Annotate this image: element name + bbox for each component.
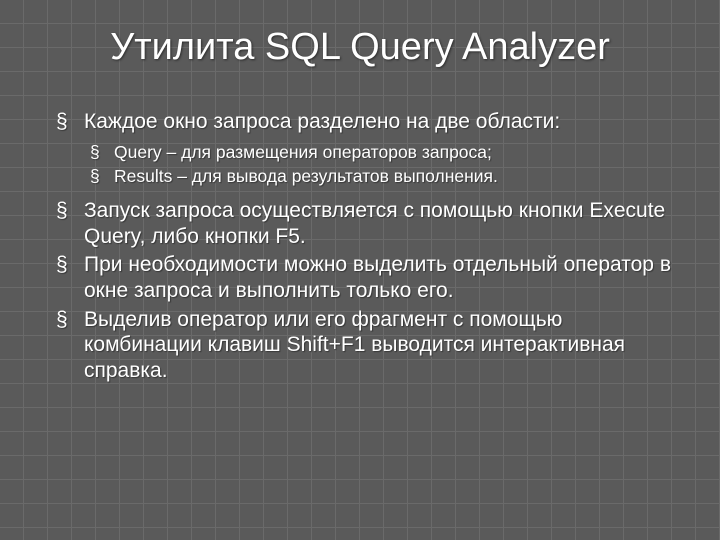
list-item: При необходимости можно выделить отдельн… bbox=[56, 252, 672, 303]
list-item: Каждое окно запроса разделено на две обл… bbox=[56, 109, 672, 188]
bullet-text: При необходимости можно выделить отдельн… bbox=[84, 253, 671, 302]
bullet-text: Каждое окно запроса разделено на две обл… bbox=[84, 110, 560, 133]
bullet-text: Выделив оператор или его фрагмент с помо… bbox=[84, 308, 625, 382]
list-item: Запуск запроса осуществляется с помощью … bbox=[56, 198, 672, 249]
sub-list-item: Query – для размещения операторов запрос… bbox=[90, 141, 672, 164]
bullet-list: Каждое окно запроса разделено на две обл… bbox=[56, 109, 672, 383]
slide-title: Утилита SQL Query Analyzer bbox=[0, 0, 720, 79]
slide-content: Каждое окно запроса разделено на две обл… bbox=[0, 79, 720, 383]
list-item: Выделив оператор или его фрагмент с помо… bbox=[56, 307, 672, 384]
sub-bullet-text: Query – для размещения операторов запрос… bbox=[114, 142, 492, 162]
sub-bullet-text: Results – для вывода результатов выполне… bbox=[114, 166, 498, 186]
slide: Утилита SQL Query Analyzer Каждое окно з… bbox=[0, 0, 720, 540]
sub-list-item: Results – для вывода результатов выполне… bbox=[90, 165, 672, 188]
bullet-text: Запуск запроса осуществляется с помощью … bbox=[84, 199, 665, 248]
sub-list: Query – для размещения операторов запрос… bbox=[84, 141, 672, 189]
